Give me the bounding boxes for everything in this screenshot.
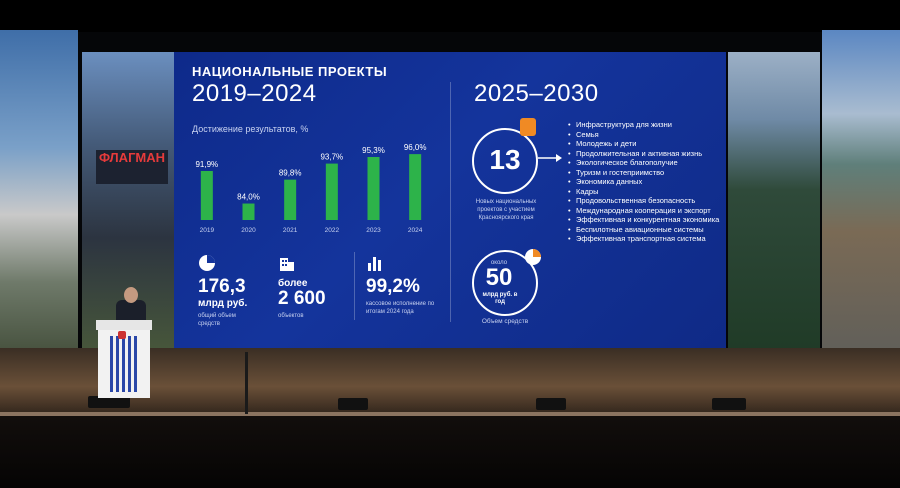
- project-list-item: Кадры: [568, 187, 724, 197]
- pie-chart-icon: [199, 255, 215, 271]
- region-map-icon: [520, 118, 536, 136]
- funding-note: Объем средств: [481, 318, 529, 325]
- slide-title: НАЦИОНАЛЬНЫЕ ПРОЕКТЫ: [192, 64, 388, 79]
- side-screen-bridge-photo: [728, 52, 820, 358]
- stat-funding-value: 176,3: [198, 276, 246, 297]
- microphone-stand: [245, 352, 248, 414]
- stat-funding-note: общий объем средств: [198, 313, 236, 327]
- arrow-right-icon: [538, 154, 562, 162]
- stat-funding-unit: млрд руб.: [198, 298, 248, 309]
- bar-2022: [325, 163, 338, 220]
- bar-2023: [367, 157, 380, 220]
- stat-objects-value: 2 600: [278, 288, 326, 309]
- funding-value: 50: [485, 264, 513, 291]
- bar-2021: [284, 179, 297, 220]
- building-sign: ФЛАГМАН: [96, 150, 168, 184]
- projects-note: Новых национальных проектов с участием К…: [475, 199, 537, 221]
- stats-divider: [354, 252, 355, 320]
- period-past: 2019–2024: [192, 80, 317, 107]
- project-list-item: Экологическое благополучие: [568, 158, 724, 168]
- x-tick-label: 2022: [325, 227, 340, 234]
- achievement-bar-chart: 91,9% 2019 84,0% 2020 89,8% 2021 93,7% 2022 95,3…: [195, 143, 427, 234]
- side-screen-right-photo: [822, 30, 900, 366]
- audience-area: [0, 416, 900, 488]
- bar-2024: [409, 154, 422, 220]
- bar-value-label: 95,3%: [362, 146, 385, 155]
- stage-ceiling: [0, 0, 900, 32]
- x-tick-label: 2024: [408, 227, 423, 234]
- project-list-item: Экономика данных: [568, 177, 724, 187]
- bar-value-label: 89,8%: [279, 169, 302, 178]
- stat-objects-note: объектов: [278, 313, 304, 319]
- funding-unit: млрд руб. в год: [482, 292, 518, 305]
- bar-2019: [200, 171, 213, 220]
- project-list-item: Инфраструктура для жизни: [568, 120, 724, 130]
- project-list-item: Эффективная и конкурентная экономика: [568, 215, 724, 225]
- stat-execution-value: 99,2%: [366, 276, 420, 297]
- project-list-item: Продолжительная и активная жизнь: [568, 149, 724, 159]
- bar-value-label: 96,0%: [404, 143, 427, 152]
- podium-emblem-icon: [118, 331, 126, 339]
- stage-monitor: [712, 398, 746, 410]
- bar-value-label: 84,0%: [237, 193, 260, 202]
- projects-count-circle: 13: [472, 128, 538, 194]
- side-screen-left-photo: [0, 30, 78, 366]
- project-list-item: Международная кооперация и экспорт: [568, 206, 724, 216]
- bar-2020: [242, 203, 255, 220]
- period-future: 2025–2030: [474, 80, 599, 107]
- project-list-item: Беспилотные авиационные системы: [568, 225, 724, 235]
- stat-objects: более 2 600 объектов: [278, 254, 326, 319]
- national-projects-list: Инфраструктура для жизниСемьяМолодежь и …: [568, 120, 724, 244]
- stat-funding: 176,3 млрд руб. общий объем средств: [198, 254, 247, 327]
- x-tick-label: 2020: [241, 227, 256, 234]
- x-tick-label: 2023: [366, 227, 381, 234]
- project-list-item: Семья: [568, 130, 724, 140]
- stat-execution-note: кассовое исполнение по итогам 2024 года: [366, 301, 435, 315]
- funding-pie-icon: [525, 249, 541, 265]
- buildings-icon: [280, 258, 294, 271]
- x-tick-label: 2021: [283, 227, 298, 234]
- podium-stripes: [110, 336, 138, 392]
- projects-count: 13: [489, 144, 521, 175]
- stat-execution: 99,2% кассовое исполнение по итогам 2024…: [366, 254, 434, 315]
- podium-top: [96, 320, 152, 330]
- x-tick-label: 2019: [200, 227, 215, 234]
- project-list-item: Продовольственная безопасность: [568, 196, 724, 206]
- speaker-head: [124, 287, 138, 303]
- bar-chart-icon: [368, 257, 381, 271]
- building-sign-text: ФЛАГМАН: [98, 150, 166, 165]
- project-list-item: Туризм и гостеприимство: [568, 168, 724, 178]
- stage-monitor: [338, 398, 368, 410]
- project-list-item: Эффективная транспортная система: [568, 234, 724, 244]
- bar-value-label: 91,9%: [195, 160, 218, 169]
- bar-value-label: 93,7%: [320, 153, 343, 162]
- stage-monitor: [536, 398, 566, 410]
- chart-title: Достижение результатов, %: [192, 124, 309, 134]
- project-list-item: Молодежь и дети: [568, 139, 724, 149]
